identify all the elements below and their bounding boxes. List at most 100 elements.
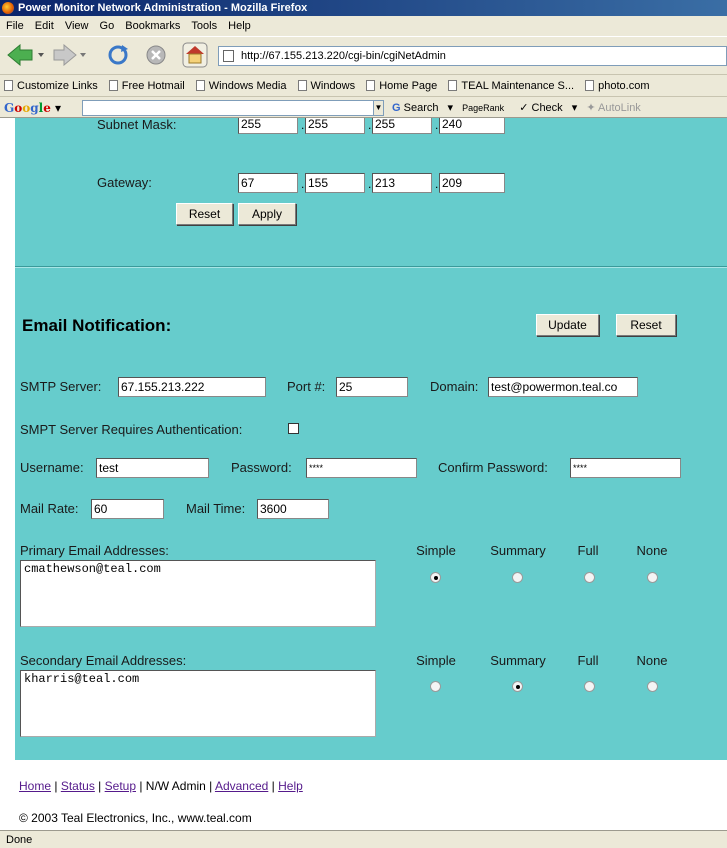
google-search-button[interactable]: G Search ▾ xyxy=(392,102,453,114)
bookmark-label: Free Hotmail xyxy=(121,80,185,92)
port-input[interactable]: 25 xyxy=(336,377,408,397)
username-label: Username: xyxy=(20,460,84,475)
dot-separator: . xyxy=(368,177,372,191)
mail-time-input[interactable]: 3600 xyxy=(257,499,329,519)
status-bar: Done xyxy=(0,830,727,848)
bookmark-teal-maintenance[interactable]: TEAL Maintenance S... xyxy=(448,75,574,96)
dot-separator: . xyxy=(301,177,305,191)
password-input[interactable]: **** xyxy=(306,458,417,478)
footer-link-status[interactable]: Status xyxy=(61,779,95,793)
stop-button[interactable] xyxy=(142,41,170,69)
footer-nav: Home | Status | Setup | N/W Admin | Adva… xyxy=(19,779,303,793)
bookmark-page-icon xyxy=(297,80,307,91)
footer-link-advanced[interactable]: Advanced xyxy=(215,779,268,793)
smtp-server-input[interactable]: 67.155.213.222 xyxy=(118,377,266,397)
autolink-button[interactable]: ✦ AutoLink xyxy=(586,102,646,114)
window-titlebar: Power Monitor Network Administration - M… xyxy=(0,0,727,16)
subnet-octet-2[interactable]: 255 xyxy=(305,118,365,134)
subnet-octet-3[interactable]: 255 xyxy=(372,118,432,134)
col-full: Full xyxy=(577,543,599,558)
back-button[interactable] xyxy=(6,41,46,69)
gateway-octet-1[interactable]: 67 xyxy=(238,173,298,193)
google-search-input[interactable] xyxy=(82,100,384,116)
mail-time-label: Mail Time: xyxy=(186,501,246,516)
footer-separator: | xyxy=(51,779,61,793)
google-logo[interactable]: Google ▾ xyxy=(4,97,61,117)
footer-separator: | xyxy=(94,779,105,793)
secondary-radio-full[interactable] xyxy=(584,681,595,692)
page-content: Subnet Mask: 255 . 255 . 255 . 240 Gatew… xyxy=(0,118,727,830)
bookmark-label: Windows xyxy=(310,80,356,92)
domain-input[interactable]: test@powermon.teal.co xyxy=(488,377,638,397)
bookmark-page-icon xyxy=(366,80,376,91)
confirm-password-input[interactable]: **** xyxy=(570,458,681,478)
network-apply-button[interactable]: Apply xyxy=(238,203,296,225)
status-text: Done xyxy=(6,834,33,846)
bookmark-windows-media[interactable]: Windows Media xyxy=(195,75,287,96)
section-divider xyxy=(15,266,727,268)
secondary-radio-none[interactable] xyxy=(647,681,658,692)
domain-label: Domain: xyxy=(430,379,479,394)
gateway-octet-4[interactable]: 209 xyxy=(439,173,505,193)
gateway-octet-3[interactable]: 213 xyxy=(372,173,432,193)
email-reset-button[interactable]: Reset xyxy=(616,314,676,336)
bookmark-label: Windows Media xyxy=(208,80,287,92)
menu-go[interactable]: Go xyxy=(100,20,115,32)
menu-view[interactable]: View xyxy=(65,20,89,32)
menu-help[interactable]: Help xyxy=(228,20,251,32)
bookmark-windows[interactable]: Windows xyxy=(297,75,356,96)
primary-radio-simple[interactable] xyxy=(430,572,441,583)
footer-link-home[interactable]: Home xyxy=(19,779,51,793)
bookmark-home-page[interactable]: Home Page xyxy=(366,75,437,96)
secondary-email-label: Secondary Email Addresses: xyxy=(20,653,187,668)
network-reset-button[interactable]: Reset xyxy=(176,203,233,225)
bookmark-customize-links[interactable]: Customize Links xyxy=(4,75,98,96)
google-dropdown-arrow-icon[interactable]: ▼ xyxy=(373,101,383,115)
subnet-octet-1[interactable]: 255 xyxy=(238,118,298,134)
menu-edit[interactable]: Edit xyxy=(35,20,54,32)
menu-tools[interactable]: Tools xyxy=(191,20,217,32)
navigation-toolbar: http://67.155.213.220/cgi-bin/cgiNetAdmi… xyxy=(0,36,727,74)
secondary-radio-summary[interactable] xyxy=(512,681,523,692)
spellcheck-button[interactable]: ✓ Check ▾ xyxy=(519,102,577,114)
dot-separator: . xyxy=(435,177,439,191)
menu-bookmarks[interactable]: Bookmarks xyxy=(125,20,180,32)
pagerank-button[interactable]: PageRank xyxy=(462,102,510,114)
reload-button[interactable] xyxy=(104,41,132,69)
smtp-auth-checkbox[interactable] xyxy=(288,423,299,434)
stop-icon xyxy=(146,45,166,65)
smtp-auth-label: SMPT Server Requires Authentication: xyxy=(20,422,243,437)
email-update-button[interactable]: Update xyxy=(536,314,599,336)
menu-file[interactable]: File xyxy=(6,20,24,32)
dot-separator: . xyxy=(301,118,305,132)
primary-radio-summary[interactable] xyxy=(512,572,523,583)
col-summary: Summary xyxy=(490,653,546,668)
back-arrow-icon xyxy=(7,44,44,66)
footer-link-setup[interactable]: Setup xyxy=(105,779,136,793)
footer-link-help[interactable]: Help xyxy=(278,779,303,793)
primary-radio-none[interactable] xyxy=(647,572,658,583)
password-label: Password: xyxy=(231,460,292,475)
gateway-octet-2[interactable]: 155 xyxy=(305,173,365,193)
secondary-email-textarea[interactable]: kharris@teal.com xyxy=(20,670,376,737)
footer-current-nw-admin: N/W Admin xyxy=(145,779,206,793)
primary-radio-full[interactable] xyxy=(584,572,595,583)
username-input[interactable]: test xyxy=(96,458,209,478)
mail-rate-input[interactable]: 60 xyxy=(91,499,164,519)
bookmark-page-icon xyxy=(108,80,118,91)
address-bar[interactable]: http://67.155.213.220/cgi-bin/cgiNetAdmi… xyxy=(218,46,727,66)
bookmark-photo-com[interactable]: photo.com xyxy=(585,75,650,96)
home-button[interactable] xyxy=(180,41,210,69)
window-title: Power Monitor Network Administration - M… xyxy=(18,2,308,14)
col-simple: Simple xyxy=(416,543,456,558)
subnet-octet-4[interactable]: 240 xyxy=(439,118,505,134)
bookmark-free-hotmail[interactable]: Free Hotmail xyxy=(108,75,185,96)
secondary-radio-simple[interactable] xyxy=(430,681,441,692)
primary-email-textarea[interactable]: cmathewson@teal.com xyxy=(20,560,376,627)
menu-bar: File Edit View Go Bookmarks Tools Help xyxy=(0,16,727,36)
col-simple: Simple xyxy=(416,653,456,668)
bookmark-page-icon xyxy=(195,80,205,91)
firefox-icon xyxy=(2,2,14,14)
forward-button[interactable] xyxy=(52,41,88,69)
google-tools: G Search ▾ PageRank ✓ Check ▾ ✦ AutoLink xyxy=(392,97,653,117)
